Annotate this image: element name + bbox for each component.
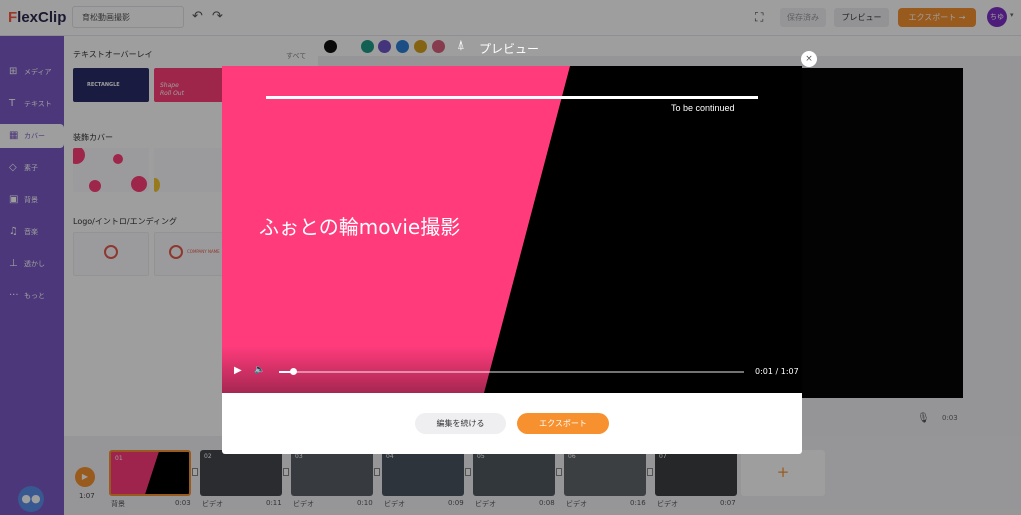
close-icon[interactable]: ×: [801, 51, 817, 67]
video-seek-bar[interactable]: [279, 368, 744, 375]
volume-icon[interactable]: 🔈: [254, 365, 265, 375]
video-time: 0:01 / 1:07: [755, 367, 799, 376]
play-icon[interactable]: ▶: [234, 365, 242, 376]
video-player[interactable]: To be continued ふぉとの輪movie撮影 ▶ 🔈 0:01 / …: [222, 66, 802, 393]
video-seek-handle[interactable]: [289, 368, 297, 375]
video-controls-shade: [222, 346, 802, 393]
modal-title: プレビュー: [479, 42, 540, 56]
preview-icon: ⍋: [457, 38, 465, 53]
continue-editing-button[interactable]: 編集を続ける: [415, 413, 506, 434]
video-progress-line: [266, 96, 758, 99]
video-title-text: ふぉとの輪movie撮影: [259, 215, 461, 239]
modal-export-button[interactable]: エクスポート: [517, 413, 609, 434]
video-caption: To be continued: [671, 103, 735, 113]
